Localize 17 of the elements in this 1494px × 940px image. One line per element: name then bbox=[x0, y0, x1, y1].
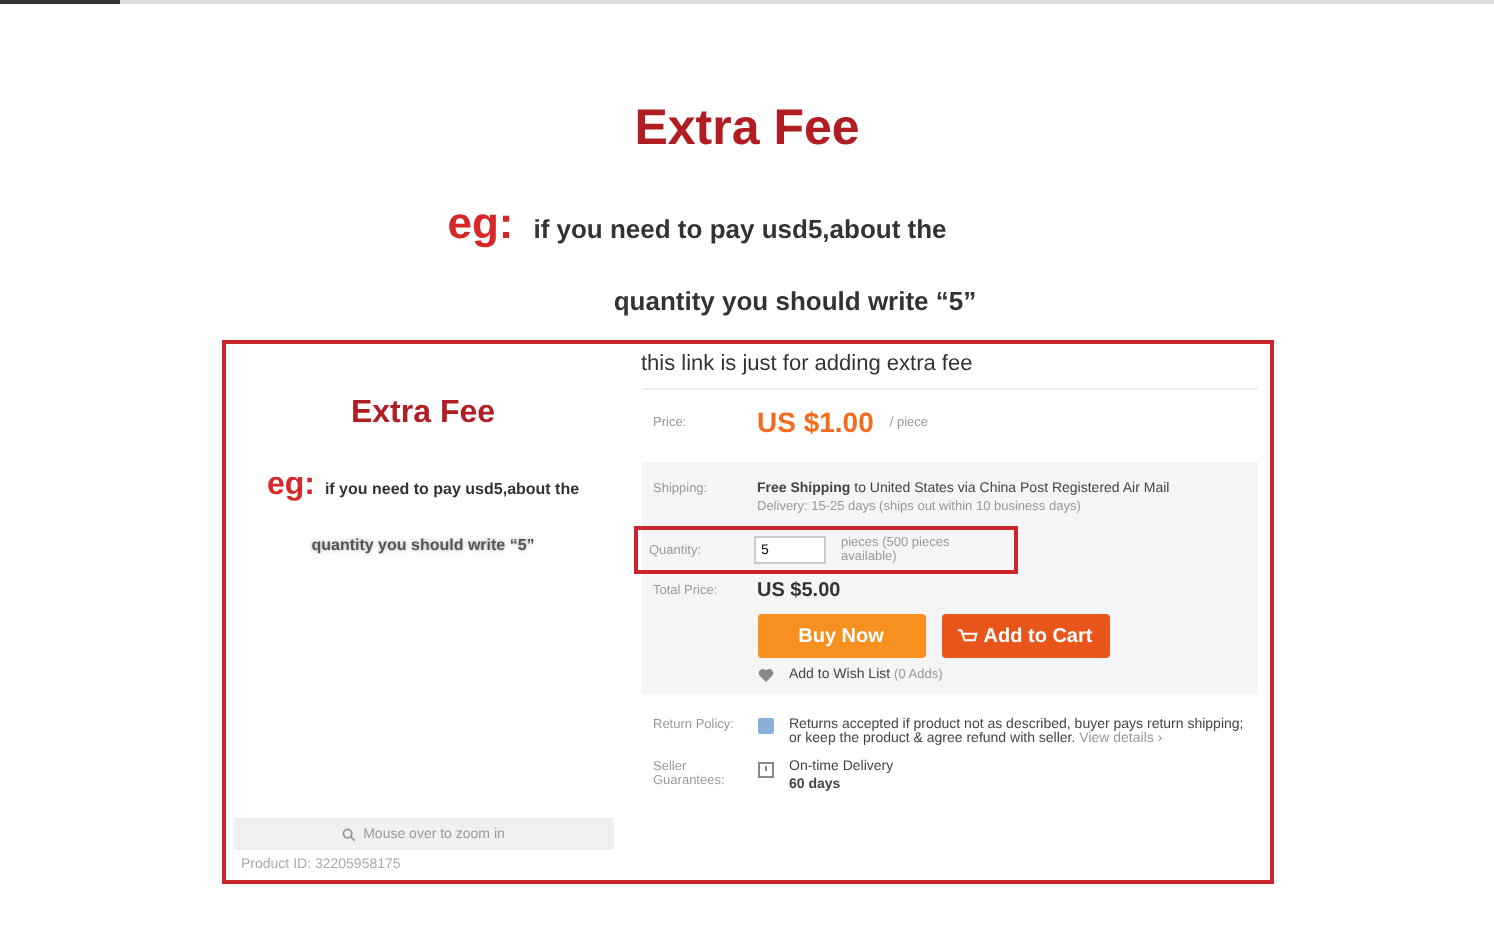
cart-icon bbox=[957, 627, 978, 645]
total-price: US $5.00 bbox=[757, 580, 841, 602]
title: Extra Fee bbox=[634, 100, 860, 158]
search-icon bbox=[341, 827, 356, 841]
buy-now-button[interactable]: Buy Now bbox=[757, 614, 925, 658]
checkbox-icon bbox=[757, 718, 773, 734]
instruction-text: quantity you should write “5” bbox=[613, 286, 977, 316]
heart-icon bbox=[757, 668, 773, 682]
instruction-text: if you need to pay usd5,about the bbox=[533, 214, 947, 244]
product-title: this link is just for adding extra fee bbox=[641, 352, 1257, 390]
eg-label: eg: bbox=[266, 468, 315, 504]
add-to-cart-button[interactable]: Add to Cart bbox=[941, 614, 1109, 658]
image-text: if you need to pay usd5,about the bbox=[324, 480, 580, 498]
image-text: quantity you should write “5” bbox=[311, 536, 535, 554]
image-title: Extra Fee bbox=[350, 396, 496, 432]
price: US $1.00 bbox=[757, 406, 874, 438]
eg-label: eg: bbox=[447, 198, 514, 250]
